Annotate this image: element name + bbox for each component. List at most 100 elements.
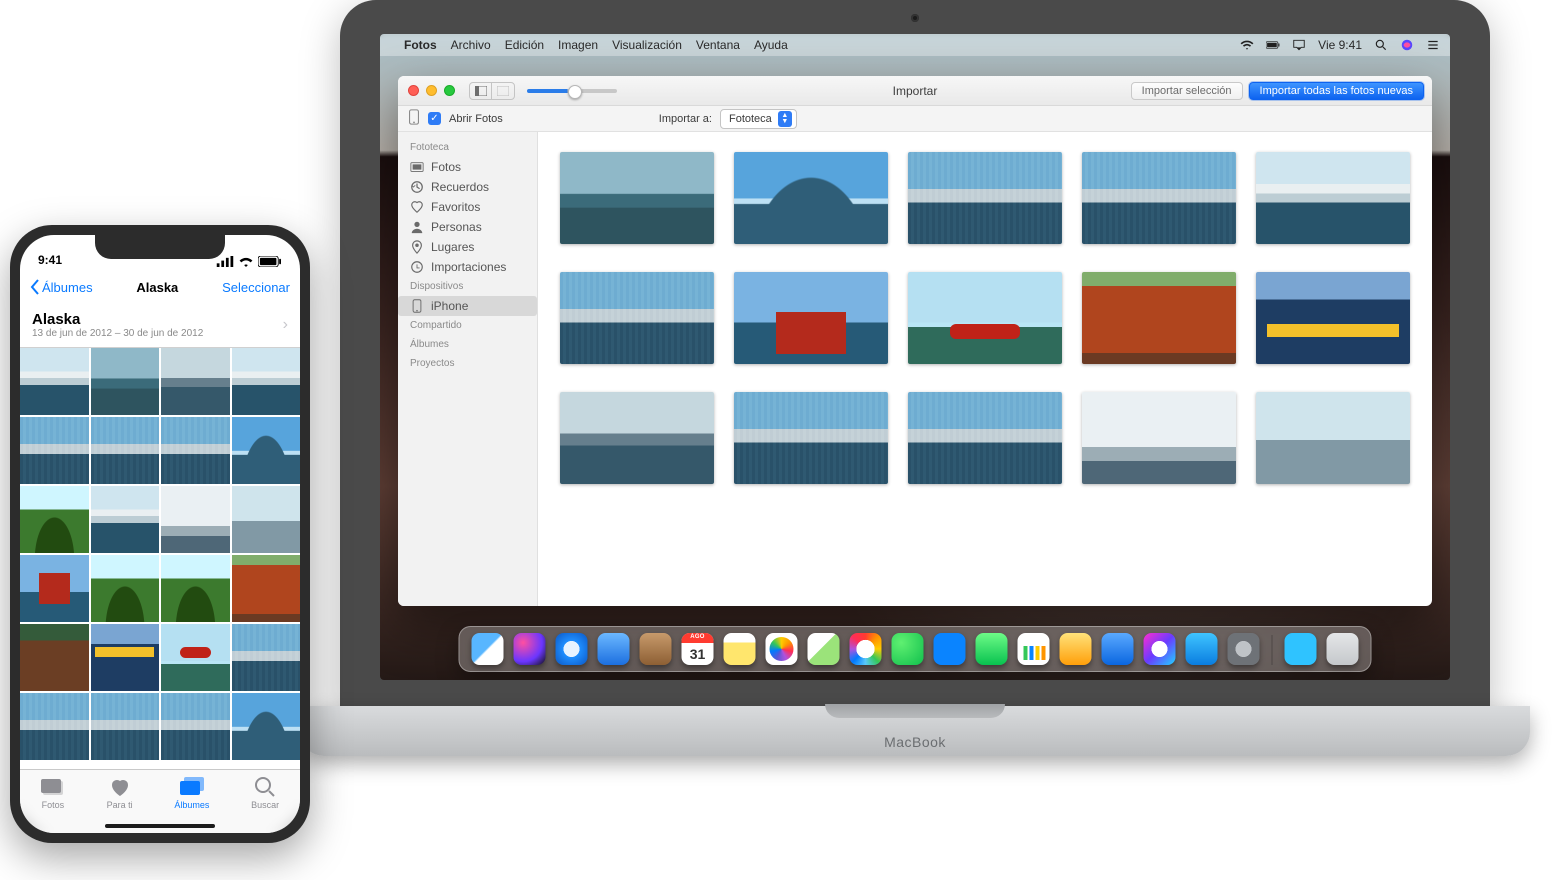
tab-albums[interactable]: Álbumes [174, 776, 209, 810]
window-titlebar[interactable]: Importar Importar selección Importar tod… [398, 76, 1432, 106]
tab-foryou[interactable]: Para ti [107, 776, 133, 810]
import-thumb[interactable] [1256, 392, 1410, 484]
dock-photosapp-icon[interactable] [850, 633, 882, 665]
airplay-icon[interactable] [1292, 38, 1306, 52]
dock-trash-icon[interactable] [1327, 633, 1359, 665]
dock-keynote-icon[interactable] [1102, 633, 1134, 665]
dock-itunes-icon[interactable] [1144, 633, 1176, 665]
photo-thumb[interactable] [232, 624, 301, 691]
window-minimize-button[interactable] [426, 85, 437, 96]
photo-thumb[interactable] [91, 348, 160, 415]
tab-search[interactable]: Buscar [251, 776, 279, 810]
dock-mail-icon[interactable] [598, 633, 630, 665]
photo-thumb[interactable] [20, 624, 89, 691]
photo-thumb[interactable] [91, 693, 160, 760]
dock-finder-icon[interactable] [472, 633, 504, 665]
photo-thumb[interactable] [232, 486, 301, 553]
photo-thumb[interactable] [161, 555, 230, 622]
menubar-item-image[interactable]: Imagen [558, 38, 598, 52]
photo-thumb[interactable] [232, 555, 301, 622]
dock-maps-icon[interactable] [808, 633, 840, 665]
menubar-item-view[interactable]: Visualización [612, 38, 682, 52]
menubar-item-window[interactable]: Ventana [696, 38, 740, 52]
dock-calendar-icon[interactable]: AGO 31 [682, 633, 714, 665]
sidebar-header-albums[interactable]: Álbumes [398, 335, 537, 354]
wifi-icon[interactable] [1240, 38, 1254, 52]
menubar-item-edit[interactable]: Edición [505, 38, 544, 52]
import-thumb[interactable] [1082, 152, 1236, 244]
dock-facetime-icon[interactable] [976, 633, 1008, 665]
photo-thumb[interactable] [232, 417, 301, 484]
dock-notes-icon[interactable] [724, 633, 756, 665]
photo-thumb[interactable] [161, 693, 230, 760]
import-thumb[interactable] [734, 272, 888, 364]
spotlight-icon[interactable] [1374, 38, 1388, 52]
photo-thumb[interactable] [20, 486, 89, 553]
dock-siri-icon[interactable] [514, 633, 546, 665]
dock-contacts-icon[interactable] [640, 633, 672, 665]
photo-thumb[interactable] [91, 555, 160, 622]
photo-thumb[interactable] [20, 555, 89, 622]
dock-safari-icon[interactable] [556, 633, 588, 665]
dock-downloads-icon[interactable] [1285, 633, 1317, 665]
back-button[interactable]: Álbumes [30, 279, 93, 295]
sidebar-item-photos[interactable]: Fotos [398, 157, 537, 177]
open-photos-checkbox[interactable]: ✓ [428, 112, 441, 125]
tab-photos[interactable]: Fotos [41, 776, 65, 810]
notification-center-icon[interactable] [1426, 38, 1440, 52]
sidebar-item-memories[interactable]: Recuerdos [398, 177, 537, 197]
import-thumb[interactable] [560, 392, 714, 484]
dock-appstore-icon[interactable] [1186, 633, 1218, 665]
photo-thumb[interactable] [20, 693, 89, 760]
dock-photos-icon[interactable] [766, 633, 798, 665]
photo-thumb[interactable] [91, 624, 160, 691]
sidebar-item-people[interactable]: Personas [398, 217, 537, 237]
import-all-new-button[interactable]: Importar todas las fotos nuevas [1249, 82, 1424, 100]
sidebar-item-device-iphone[interactable]: iPhone [398, 296, 537, 316]
sidebar-item-places[interactable]: Lugares [398, 237, 537, 257]
photo-thumb[interactable] [91, 486, 160, 553]
dock-signal-icon[interactable] [934, 633, 966, 665]
import-thumb[interactable] [734, 392, 888, 484]
photo-thumb[interactable] [20, 348, 89, 415]
photo-thumb[interactable] [20, 417, 89, 484]
menubar-item-help[interactable]: Ayuda [754, 38, 788, 52]
sidebar-header-shared[interactable]: Compartido [398, 316, 537, 335]
sidebar-header-projects[interactable]: Proyectos [398, 354, 537, 373]
album-photo-grid[interactable] [20, 348, 300, 760]
import-thumb[interactable] [560, 152, 714, 244]
import-thumb[interactable] [908, 272, 1062, 364]
window-close-button[interactable] [408, 85, 419, 96]
select-button[interactable]: Seleccionar [222, 280, 290, 295]
import-thumb[interactable] [1082, 392, 1236, 484]
import-thumb[interactable] [908, 392, 1062, 484]
photo-thumb[interactable] [232, 348, 301, 415]
dock-numbers-icon[interactable] [1018, 633, 1050, 665]
import-thumb[interactable] [1256, 152, 1410, 244]
photo-thumb[interactable] [91, 417, 160, 484]
sidebar-toggle-segment[interactable] [469, 82, 515, 100]
window-zoom-button[interactable] [444, 85, 455, 96]
thumbnail-zoom-slider[interactable] [527, 89, 617, 93]
home-indicator[interactable] [105, 824, 215, 828]
import-thumb[interactable] [560, 272, 714, 364]
dock-preferences-icon[interactable] [1228, 633, 1260, 665]
import-selection-button[interactable]: Importar selección [1131, 82, 1243, 100]
photo-thumb[interactable] [161, 624, 230, 691]
album-header-row[interactable]: Alaska 13 de jun de 2012 – 30 de jun de … [20, 305, 300, 348]
dock-messages-icon[interactable] [892, 633, 924, 665]
import-thumb[interactable] [1082, 272, 1236, 364]
import-thumb[interactable] [734, 152, 888, 244]
photo-thumb[interactable] [161, 417, 230, 484]
sidebar-hide-icon[interactable] [492, 83, 514, 99]
menubar-app-name[interactable]: Fotos [404, 38, 437, 52]
photo-thumb[interactable] [161, 486, 230, 553]
menubar-item-file[interactable]: Archivo [451, 38, 491, 52]
import-thumb[interactable] [1256, 272, 1410, 364]
import-destination-select[interactable]: Fototeca ▲▼ [720, 109, 797, 129]
siri-icon[interactable] [1400, 38, 1414, 52]
battery-icon[interactable] [1266, 38, 1280, 52]
photo-thumb[interactable] [232, 693, 301, 760]
dock-pages-icon[interactable] [1060, 633, 1092, 665]
sidebar-item-favorites[interactable]: Favoritos [398, 197, 537, 217]
